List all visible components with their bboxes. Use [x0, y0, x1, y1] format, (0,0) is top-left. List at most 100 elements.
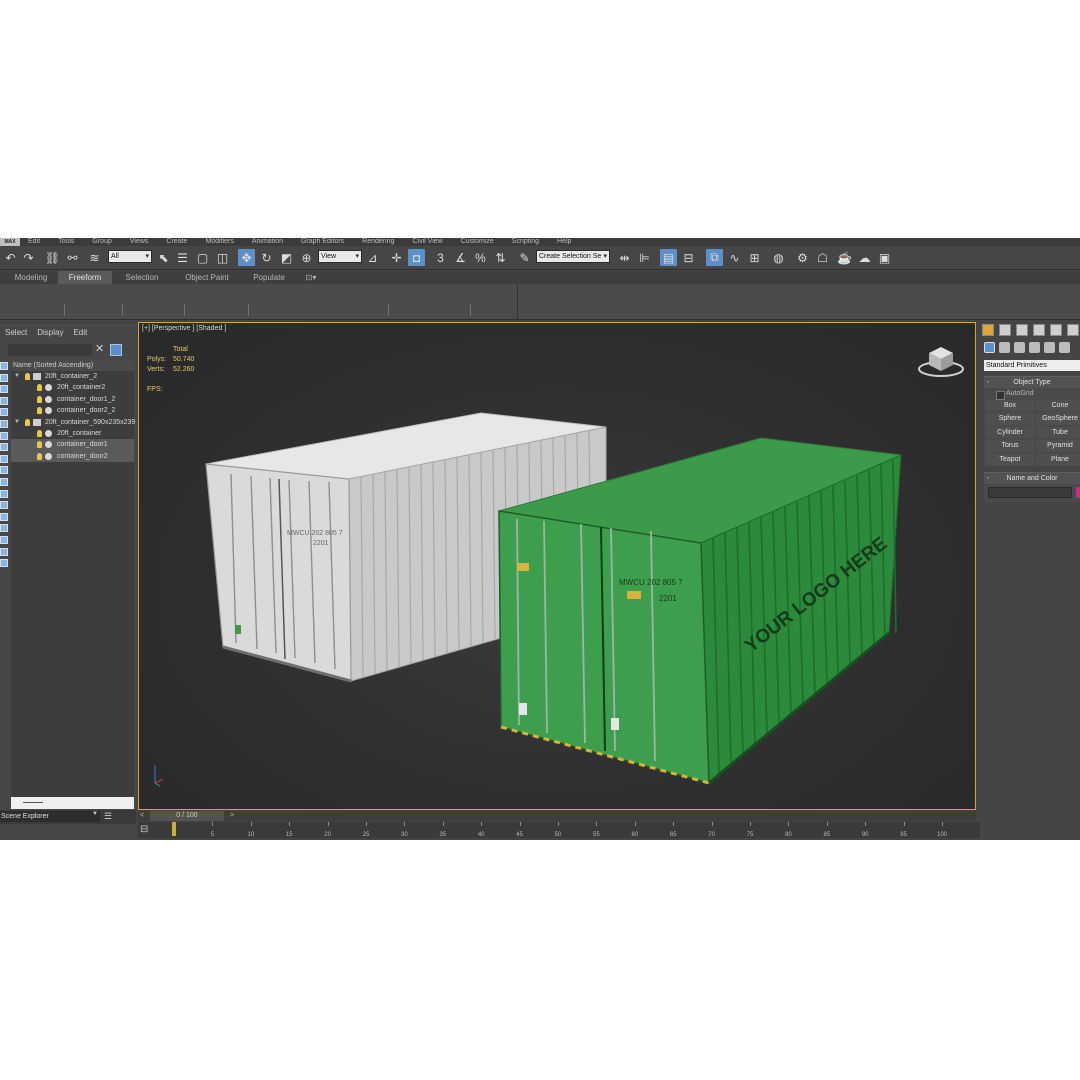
schematic-view-icon[interactable]: ⊞	[746, 249, 763, 266]
helpers-category-icon[interactable]	[1044, 342, 1055, 353]
select-object-icon[interactable]: ⬉	[155, 249, 172, 266]
display-filter-icon[interactable]	[0, 535, 8, 544]
display-helpers-icon[interactable]	[0, 419, 8, 428]
modify-tab-icon[interactable]	[999, 324, 1011, 336]
redo-icon[interactable]: ↷	[20, 249, 37, 266]
tab-freeform[interactable]: Freeform	[58, 271, 112, 284]
object-type-header[interactable]: Object Type	[984, 377, 1080, 388]
light-bulb-icon[interactable]	[37, 452, 42, 460]
motion-tab-icon[interactable]	[1033, 324, 1045, 336]
menu-rendering[interactable]: Rendering	[362, 238, 394, 246]
menu-tools[interactable]: Tools	[58, 238, 74, 246]
current-frame-marker[interactable]	[172, 822, 176, 836]
create-tab-icon[interactable]	[982, 324, 994, 336]
time-slider[interactable]: < 0 / 100 >	[138, 811, 976, 821]
pivot-icon[interactable]: ⊿	[364, 249, 381, 266]
display-containers-icon[interactable]	[0, 477, 8, 486]
cameras-category-icon[interactable]	[1029, 342, 1040, 353]
perspective-viewport[interactable]: [+] [Perspective ] [Shaded ] Total Polys…	[138, 322, 976, 810]
select-and-scale-icon[interactable]: ◩	[278, 249, 295, 266]
tube-button[interactable]: Tube	[1036, 426, 1080, 439]
sphere-button[interactable]: Sphere	[986, 413, 1034, 425]
percent-snap-icon[interactable]: %	[472, 249, 489, 266]
light-bulb-icon[interactable]	[37, 441, 42, 449]
tab-object-paint[interactable]: Object Paint	[176, 271, 238, 284]
menu-help[interactable]: Help	[557, 238, 571, 246]
tree-row[interactable]: 20ft_container	[11, 428, 134, 439]
geometry-category-icon[interactable]	[984, 342, 995, 353]
autogrid-checkbox[interactable]: AutoGrid	[984, 388, 1080, 400]
filter-icon[interactable]	[110, 344, 122, 356]
light-bulb-icon[interactable]	[37, 395, 42, 403]
name-and-color-header[interactable]: Name and Color	[984, 473, 1080, 484]
select-and-rotate-icon[interactable]: ↻	[258, 249, 275, 266]
snaps-toggle-icon[interactable]: 3	[432, 249, 449, 266]
chevron-down-icon[interactable]: ▼	[92, 811, 98, 817]
display-bones-icon[interactable]	[0, 466, 8, 475]
lights-category-icon[interactable]	[1014, 342, 1025, 353]
teapot-button[interactable]: Teapot	[986, 453, 1034, 465]
light-bulb-icon[interactable]	[37, 407, 42, 415]
geosphere-button[interactable]: GeoSphere	[1036, 413, 1080, 425]
spacewarps-category-icon[interactable]	[1059, 342, 1070, 353]
light-bulb-icon[interactable]	[25, 418, 30, 426]
menu-graph-editors[interactable]: Graph Editors	[301, 238, 344, 246]
app-logo[interactable]: MAX	[0, 238, 20, 246]
display-cameras-icon[interactable]	[0, 408, 8, 417]
unlink-icon[interactable]: ⚯	[64, 249, 81, 266]
prev-frame-icon[interactable]: <	[140, 811, 144, 821]
place-icon[interactable]: ⊕	[298, 249, 315, 266]
display-all-icon[interactable]	[0, 512, 8, 521]
tree-row[interactable]: container_door2_2	[11, 405, 134, 416]
tree-row[interactable]: container_door1	[11, 439, 134, 451]
display-spacewarps-icon[interactable]	[0, 431, 8, 440]
scene-explorer-status-field[interactable]	[11, 797, 134, 809]
cone-button[interactable]: Cone	[1036, 400, 1080, 412]
track-bar-menu-icon[interactable]: ⊟	[140, 824, 148, 835]
menu-modifiers[interactable]: Modifiers	[205, 238, 233, 246]
tree-row[interactable]: container_door2	[11, 450, 134, 463]
display-shapes-icon[interactable]	[0, 385, 8, 394]
collapse-arrow-icon[interactable]: ▼	[14, 371, 20, 382]
menu-animation[interactable]: Animation	[252, 238, 283, 246]
display-tab-icon[interactable]	[1050, 324, 1062, 336]
toggle-ribbon-icon[interactable]: ⊟	[680, 249, 697, 266]
reference-coordinate-dropdown[interactable]: View	[318, 250, 362, 263]
render-setup-icon[interactable]: ⚙	[794, 249, 811, 266]
viewcube-widget[interactable]	[917, 341, 965, 379]
curve-editor-icon[interactable]: ∿	[726, 249, 743, 266]
box-button[interactable]: Box	[986, 400, 1034, 412]
select-and-move-icon[interactable]: ✥	[238, 249, 255, 266]
angle-snap-icon[interactable]: ∡	[452, 249, 469, 266]
layer-stack-icon[interactable]: ☰	[104, 811, 112, 822]
hierarchy-tab-icon[interactable]	[1016, 324, 1028, 336]
menu-edit[interactable]: Edit	[73, 328, 87, 340]
display-sort-icon[interactable]	[0, 559, 8, 568]
bind-space-warp-icon[interactable]: ≋	[86, 249, 103, 266]
time-slider-thumb[interactable]: 0 / 100	[150, 811, 224, 821]
display-none-icon[interactable]	[0, 362, 8, 370]
a360-gallery-icon[interactable]: ▣	[876, 249, 893, 266]
shapes-category-icon[interactable]	[999, 342, 1010, 353]
display-lights-icon[interactable]	[0, 396, 8, 405]
display-geometry-icon[interactable]	[0, 373, 8, 382]
render-production-icon[interactable]: ☕	[836, 249, 853, 266]
scene-search-input[interactable]	[8, 344, 92, 356]
link-icon[interactable]: ⛓	[44, 249, 61, 266]
align-icon[interactable]: ⊫	[636, 249, 653, 266]
tab-modeling[interactable]: Modeling	[2, 271, 60, 284]
spinner-snap-icon[interactable]: ⇅	[492, 249, 509, 266]
menu-display[interactable]: Display	[37, 328, 63, 340]
keyboard-shortcut-override-icon[interactable]: ◘	[408, 249, 425, 266]
display-xrefs-icon[interactable]	[0, 454, 8, 463]
tab-populate[interactable]: Populate	[246, 271, 292, 284]
menu-scripting[interactable]: Scripting	[512, 238, 539, 246]
ribbon-options-icon[interactable]: ⊡▾	[300, 271, 322, 284]
plane-button[interactable]: Plane	[1036, 453, 1080, 465]
tree-column-header[interactable]: Name (Sorted Ascending)	[11, 360, 134, 371]
cylinder-button[interactable]: Cylinder	[986, 426, 1034, 439]
track-bar[interactable]: 5 10 15 20 25 30 35 40 45 50 55 60 65 70 75 80 85 90 95 100	[138, 822, 980, 838]
undo-icon[interactable]: ↶	[2, 249, 19, 266]
select-by-name-icon[interactable]: ☰	[174, 249, 191, 266]
light-bulb-icon[interactable]	[37, 384, 42, 392]
